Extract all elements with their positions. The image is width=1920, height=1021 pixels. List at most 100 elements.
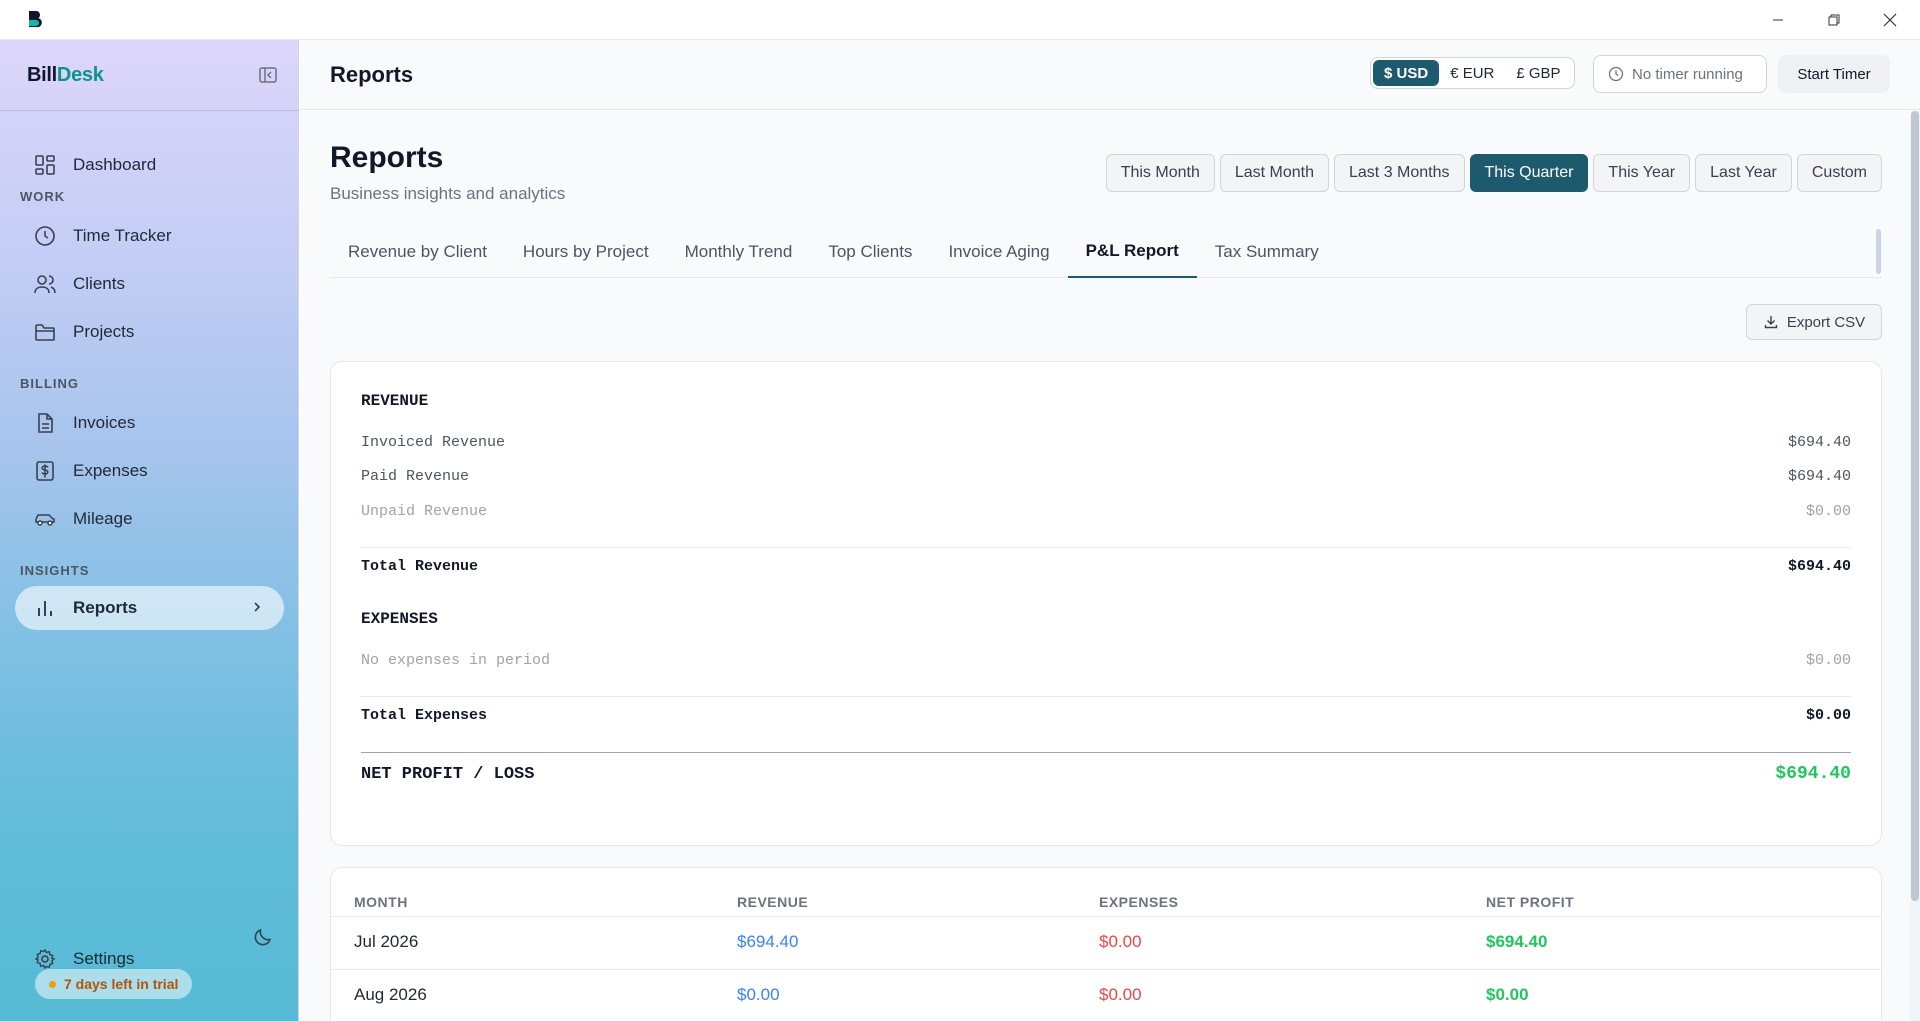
- sidebar-item-label: Expenses: [73, 461, 148, 480]
- column-header-net-profit: NET PROFIT: [1486, 894, 1575, 910]
- dollar-icon: [34, 460, 56, 482]
- monthly-breakdown-table: MONTH REVENUE EXPENSES NET PROFIT Jul 20…: [330, 867, 1882, 1021]
- column-header-month: MONTH: [354, 894, 408, 910]
- sidebar-item-time-tracker[interactable]: Time Tracker: [15, 214, 284, 258]
- range-last-3-months-button[interactable]: Last 3 Months: [1334, 154, 1465, 192]
- no-expenses-label: No expenses in period: [361, 651, 551, 669]
- grid-icon: [34, 154, 56, 176]
- total-revenue-row: Total Revenue $694.40: [361, 556, 1851, 576]
- total-revenue-value: $694.40: [1787, 557, 1851, 575]
- total-expenses-label: Total Expenses: [361, 706, 488, 724]
- tab-pl-report[interactable]: P&L Report: [1067, 227, 1197, 278]
- chevron-right-icon: [254, 602, 261, 612]
- report-tabs: Revenue by Client Hours by Project Month…: [330, 227, 1882, 278]
- range-this-quarter-button[interactable]: This Quarter: [1469, 154, 1589, 192]
- restore-button[interactable]: [1806, 0, 1862, 40]
- sidebar-item-label: Time Tracker: [73, 226, 172, 245]
- net-profit-row: NET PROFIT / LOSS $694.40: [361, 764, 1851, 784]
- table-cell-expenses: $0.00: [1099, 985, 1142, 1004]
- range-last-month-button[interactable]: Last Month: [1219, 154, 1329, 192]
- no-expenses-row: No expenses in period $0.00: [361, 650, 1851, 670]
- gear-icon: [34, 948, 56, 970]
- table-cell-month: Aug 2026: [354, 985, 427, 1004]
- net-profit-label: NET PROFIT / LOSS: [361, 764, 535, 784]
- sidebar-divider: [0, 911, 299, 912]
- tabs-scrollbar[interactable]: [1876, 229, 1881, 274]
- users-icon: [34, 273, 56, 295]
- moon-icon[interactable]: [252, 926, 274, 948]
- brand-logo[interactable]: BillDesk: [27, 64, 104, 87]
- start-timer-button[interactable]: Start Timer: [1778, 55, 1890, 93]
- range-custom-button[interactable]: Custom: [1796, 154, 1882, 192]
- currency-switcher: $ USD € EUR £ GBP: [1370, 57, 1575, 89]
- tab-hours-by-project[interactable]: Hours by Project: [505, 227, 667, 278]
- page-title: Reports: [330, 141, 444, 174]
- tab-revenue-by-client[interactable]: Revenue by Client: [330, 227, 505, 278]
- section-label-work: WORK: [20, 189, 66, 204]
- brand-name-part2: Desk: [56, 64, 104, 86]
- header-divider: [331, 916, 1881, 917]
- sidebar-item-label: Settings: [73, 949, 135, 968]
- currency-usd-button[interactable]: $ USD: [1373, 60, 1440, 86]
- tab-monthly-trend[interactable]: Monthly Trend: [667, 227, 811, 278]
- currency-eur-button[interactable]: € EUR: [1439, 60, 1505, 86]
- sidebar-item-invoices[interactable]: Invoices: [15, 401, 284, 445]
- sidebar-item-projects[interactable]: Projects: [15, 310, 284, 354]
- range-this-month-button[interactable]: This Month: [1105, 154, 1215, 192]
- main-scrollbar-thumb[interactable]: [1911, 111, 1919, 901]
- sidebar: BillDesk Dashboard WORK Time Tracker Cli…: [0, 40, 299, 1021]
- table-cell-net-profit: $694.40: [1486, 932, 1548, 951]
- reports-main: Reports Business insights and analytics …: [300, 111, 1910, 1021]
- sidebar-item-reports[interactable]: Reports: [15, 586, 284, 630]
- range-last-year-button[interactable]: Last Year: [1695, 154, 1792, 192]
- trial-dot-icon: [49, 980, 56, 988]
- sidebar-item-mileage[interactable]: Mileage: [15, 497, 284, 541]
- close-button[interactable]: [1862, 0, 1918, 40]
- divider: [361, 696, 1851, 697]
- paid-revenue-row: Paid Revenue $694.40: [361, 466, 1851, 486]
- minimize-button[interactable]: [1750, 0, 1806, 40]
- invoiced-revenue-value: $694.40: [1787, 433, 1851, 451]
- total-expenses-value: $0.00: [1805, 706, 1851, 724]
- close-icon: [1883, 13, 1897, 27]
- sidebar-item-label: Mileage: [73, 509, 133, 528]
- clock-icon: [1608, 66, 1624, 82]
- section-label-insights: INSIGHTS: [20, 563, 90, 578]
- table-cell-month: Jul 2026: [354, 932, 419, 951]
- invoiced-revenue-label: Invoiced Revenue: [361, 433, 506, 451]
- tab-top-clients[interactable]: Top Clients: [810, 227, 930, 278]
- divider: [361, 547, 1851, 548]
- currency-gbp-button[interactable]: £ GBP: [1505, 60, 1571, 86]
- clock-icon: [34, 225, 56, 247]
- tab-tax-summary[interactable]: Tax Summary: [1197, 227, 1337, 278]
- timer-status[interactable]: No timer running: [1593, 55, 1767, 93]
- car-icon: [34, 508, 56, 530]
- pl-report-card: REVENUE Invoiced Revenue $694.40 Paid Re…: [330, 361, 1882, 846]
- sidebar-item-label: Clients: [73, 274, 125, 293]
- restore-icon: [1828, 14, 1840, 26]
- total-expenses-row: Total Expenses $0.00: [361, 705, 1851, 725]
- sidebar-divider: [0, 110, 299, 111]
- tab-invoice-aging[interactable]: Invoice Aging: [930, 227, 1067, 278]
- sidebar-item-label: Dashboard: [73, 155, 157, 174]
- sidebar-item-dashboard[interactable]: Dashboard: [15, 143, 284, 187]
- sidebar-item-expenses[interactable]: Expenses: [15, 449, 284, 493]
- row-divider: [331, 969, 1881, 970]
- collapse-sidebar-icon[interactable]: [258, 65, 278, 85]
- unpaid-revenue-row: Unpaid Revenue $0.00: [361, 501, 1851, 521]
- revenue-heading: REVENUE: [361, 392, 429, 410]
- download-icon: [1764, 316, 1778, 329]
- trial-badge[interactable]: 7 days left in trial: [35, 969, 193, 999]
- export-csv-label: Export CSV: [1786, 313, 1866, 331]
- range-this-year-button[interactable]: This Year: [1593, 154, 1691, 192]
- sidebar-item-label: Projects: [73, 322, 135, 341]
- table-cell-revenue: $0.00: [737, 985, 780, 1004]
- sidebar-item-label: Invoices: [73, 413, 136, 432]
- sidebar-item-clients[interactable]: Clients: [15, 262, 284, 306]
- divider: [361, 752, 1851, 753]
- export-csv-button[interactable]: Export CSV: [1746, 304, 1882, 340]
- window-titlebar: [0, 0, 1920, 40]
- top-header: Reports $ USD € EUR £ GBP No timer runni…: [300, 40, 1920, 110]
- section-label-billing: BILLING: [20, 376, 79, 391]
- date-range-selector: This Month Last Month Last 3 Months This…: [1105, 154, 1882, 192]
